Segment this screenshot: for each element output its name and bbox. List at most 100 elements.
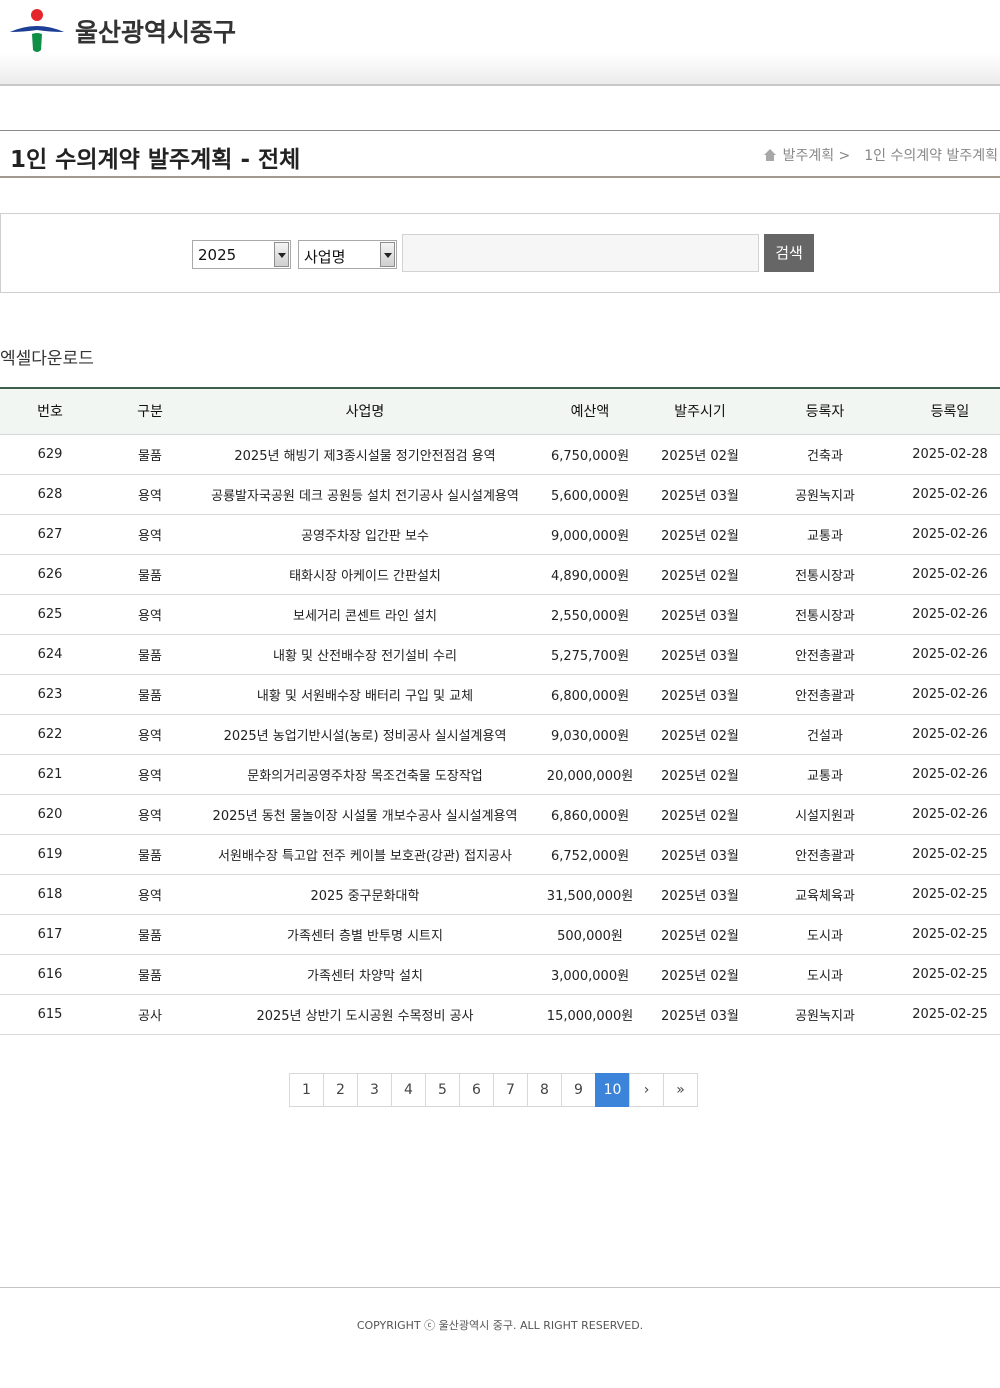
table-row[interactable]: 618 용역 2025 중구문화대학 31,500,000원 2025년 03월 교육체육… (0, 874, 1000, 914)
cell-project-name[interactable]: 2025 중구문화대학 (200, 874, 530, 914)
column-header-number: 번호 (37, 404, 63, 421)
excel-download-link[interactable]: 엑셀다운로드 (0, 344, 94, 369)
page-link[interactable]: 8 (527, 1073, 562, 1107)
cell-category: 용역 (138, 728, 162, 744)
table-row[interactable]: 615 공사 2025년 상반기 도시공원 수목정비 공사 15,000,000원 20… (0, 994, 1000, 1034)
cell-reg-date: 2025-02-26 (912, 686, 988, 702)
cell-number: 620 (37, 806, 63, 822)
page-link[interactable]: 9 (561, 1073, 596, 1107)
cell-registrant: 시설지원과 (795, 808, 855, 824)
table-row[interactable]: 625 용역 보세거리 콘센트 라인 설치 2,550,000원 2025년 03월 전통… (0, 594, 1000, 634)
cell-order-period: 2025년 02월 (661, 568, 739, 584)
cell-reg-date: 2025-02-26 (912, 766, 988, 782)
cell-registrant: 도시과 (807, 928, 843, 944)
cell-category: 물품 (138, 688, 162, 704)
cell-order-period: 2025년 03월 (661, 888, 739, 904)
search-field-select[interactable]: 사업명 (298, 240, 397, 269)
cell-registrant: 교통과 (807, 528, 843, 544)
cell-project-name[interactable]: 내황 및 서원배수장 배터리 구입 및 교체 (200, 674, 530, 714)
table-row[interactable]: 617 물품 가족센터 층별 반투명 시트지 500,000원 2025년 02월 도시과… (0, 914, 1000, 954)
cell-category: 용역 (138, 528, 162, 544)
page-link[interactable]: 2 (323, 1073, 358, 1107)
home-icon[interactable] (763, 148, 777, 162)
cell-project-name[interactable]: 문화의거리공영주차장 목조건축물 도장작업 (200, 754, 530, 794)
page-link[interactable]: 4 (391, 1073, 426, 1107)
copyright: COPYRIGHT ⓒ 울산광역시 중구. ALL RIGHT RESERVED… (356, 1319, 644, 1332)
cell-registrant: 공원녹지과 (795, 488, 855, 504)
cell-budget: 6,752,000원 (550, 848, 630, 864)
column-header-order-period: 발주시기 (674, 404, 726, 421)
search-button[interactable]: 검색 (764, 234, 814, 272)
table-row[interactable]: 619 물품 서원배수장 특고압 전주 케이블 보호관(강관) 접지공사 6,752,… (0, 834, 1000, 874)
page-link[interactable]: 1 (289, 1073, 324, 1107)
table-row[interactable]: 620 용역 2025년 동천 물놀이장 시설물 개보수공사 실시설계용역 6,860… (0, 794, 1000, 834)
page-link[interactable]: 6 (459, 1073, 494, 1107)
cell-category: 용역 (138, 808, 162, 824)
cell-project-name[interactable]: 서원배수장 특고압 전주 케이블 보호관(강관) 접지공사 (200, 834, 530, 874)
table-row[interactable]: 623 물품 내황 및 서원배수장 배터리 구입 및 교체 6,800,000원 202… (0, 674, 1000, 714)
dropdown-arrow-icon[interactable] (380, 242, 395, 267)
cell-category: 물품 (138, 968, 162, 984)
cell-budget: 5,275,700원 (550, 648, 630, 664)
cell-project-name[interactable]: 공룡발자국공원 데크 공원등 설치 전기공사 실시설계용역 (200, 474, 530, 514)
cell-project-name[interactable]: 2025년 동천 물놀이장 시설물 개보수공사 실시설계용역 (200, 794, 530, 834)
cell-category: 용역 (138, 888, 162, 904)
cell-project-name[interactable]: 태화시장 아케이드 간판설치 (200, 554, 530, 594)
cell-order-period: 2025년 02월 (661, 528, 739, 544)
cell-registrant: 건설과 (807, 728, 843, 744)
last-page-icon[interactable]: » (663, 1073, 698, 1107)
cell-category: 물품 (138, 448, 162, 464)
cell-order-period: 2025년 02월 (661, 768, 739, 784)
table-row[interactable]: 626 물품 태화시장 아케이드 간판설치 4,890,000원 2025년 02월 전통… (0, 554, 1000, 594)
cell-reg-date: 2025-02-25 (912, 846, 988, 862)
cell-budget: 20,000,000원 (546, 768, 634, 784)
cell-project-name[interactable]: 내황 및 산전배수장 전기설비 수리 (200, 634, 530, 674)
cell-project-name[interactable]: 2025년 해빙기 제3종시설물 정기안전점검 용역 (200, 434, 530, 474)
cell-category: 용역 (138, 488, 162, 504)
table-row[interactable]: 627 용역 공영주차장 입간판 보수 9,000,000원 2025년 02월 교통과 2… (0, 514, 1000, 554)
table-row[interactable]: 629 물품 2025년 해빙기 제3종시설물 정기안전점검 용역 6,750,000… (0, 434, 1000, 474)
cell-project-name[interactable]: 2025년 농업기반시설(농로) 정비공사 실시설계용역 (200, 714, 530, 754)
table-row[interactable]: 628 용역 공룡발자국공원 데크 공원등 설치 전기공사 실시설계용역 5,600,… (0, 474, 1000, 514)
page-link[interactable]: 7 (493, 1073, 528, 1107)
cell-order-period: 2025년 03월 (661, 488, 739, 504)
cell-reg-date: 2025-02-25 (912, 966, 988, 982)
pagination: 1 2 3 4 5 6 7 8 9 10 › » (289, 1073, 698, 1107)
cell-number: 621 (37, 766, 63, 782)
page-link-current[interactable]: 10 (595, 1073, 630, 1107)
cell-order-period: 2025년 02월 (661, 448, 739, 464)
cell-order-period: 2025년 02월 (661, 928, 739, 944)
table-row[interactable]: 622 용역 2025년 농업기반시설(농로) 정비공사 실시설계용역 9,030,0… (0, 714, 1000, 754)
cell-category: 공사 (138, 1008, 162, 1024)
table-row[interactable]: 624 물품 내황 및 산전배수장 전기설비 수리 5,275,700원 2025년 0… (0, 634, 1000, 674)
logo-icon[interactable] (10, 8, 66, 54)
search-input[interactable] (402, 234, 759, 272)
page-link[interactable]: 3 (357, 1073, 392, 1107)
cell-number: 618 (37, 886, 63, 902)
table-row[interactable]: 621 용역 문화의거리공영주차장 목조건축물 도장작업 20,000,000원 202… (0, 754, 1000, 794)
cell-project-name[interactable]: 보세거리 콘센트 라인 설치 (200, 594, 530, 634)
dropdown-arrow-icon[interactable] (274, 242, 289, 267)
year-select[interactable]: 2025 (192, 240, 291, 269)
page-link[interactable]: 5 (425, 1073, 460, 1107)
cell-order-period: 2025년 02월 (661, 808, 739, 824)
cell-registrant: 교육체육과 (795, 888, 855, 904)
cell-project-name[interactable]: 가족센터 층별 반투명 시트지 (200, 914, 530, 954)
cell-reg-date: 2025-02-25 (912, 926, 988, 942)
cell-budget: 9,030,000원 (550, 728, 630, 744)
cell-project-name[interactable]: 2025년 상반기 도시공원 수목정비 공사 (200, 994, 530, 1034)
search-form: 2025 사업명 검색 (0, 213, 1000, 293)
cell-project-name[interactable]: 가족센터 차양막 설치 (200, 954, 530, 994)
cell-project-name[interactable]: 공영주차장 입간판 보수 (200, 514, 530, 554)
breadcrumb-item-order-plan[interactable]: 발주계획 > (783, 145, 851, 165)
table-row[interactable]: 616 물품 가족센터 차양막 설치 3,000,000원 2025년 02월 도시과 20… (0, 954, 1000, 994)
breadcrumb-item-current[interactable]: 1인 수의계약 발주계획 (864, 145, 998, 165)
cell-number: 629 (37, 446, 63, 462)
column-header-registrant: 등록자 (805, 404, 845, 421)
site-footer: COPYRIGHT ⓒ 울산광역시 중구. ALL RIGHT RESERVED… (0, 1287, 1000, 1388)
org-name[interactable]: 울산광역시중구 (75, 13, 236, 49)
next-page-icon[interactable]: › (629, 1073, 664, 1107)
cell-reg-date: 2025-02-25 (912, 1006, 988, 1022)
site-header: 울산광역시중구 (0, 0, 1000, 86)
cell-budget: 500,000원 (557, 928, 623, 944)
